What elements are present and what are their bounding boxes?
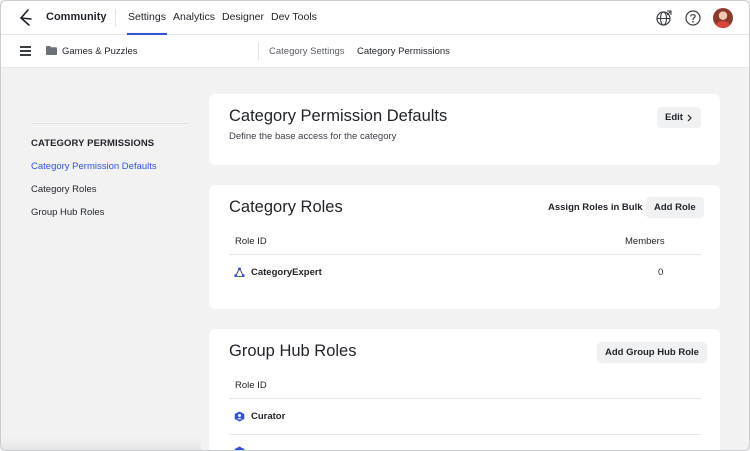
globe-icon[interactable]	[655, 9, 673, 27]
category-settings-link[interactable]: Category Settings	[269, 46, 345, 57]
tab-settings[interactable]: Settings	[127, 11, 167, 35]
subnav-divider	[258, 42, 259, 60]
sidebar-item-category-roles[interactable]: Category Roles	[31, 184, 96, 195]
sidebar-divider	[31, 123, 188, 124]
edit-button[interactable]: Edit	[657, 107, 701, 128]
app-window: Community Settings Analytics Designer De…	[0, 0, 750, 451]
breadcrumb-category[interactable]: Games & Puzzles	[62, 46, 138, 57]
user-avatar[interactable]	[713, 8, 733, 28]
top-navigation-bar: Community Settings Analytics Designer De…	[1, 1, 749, 35]
column-header-role-id[interactable]: Role ID	[235, 380, 267, 391]
avatar-shirt	[716, 21, 730, 28]
tab-dev-tools[interactable]: Dev Tools	[271, 11, 317, 23]
assign-roles-bulk-button[interactable]: Assign Roles in Bulk	[548, 197, 643, 218]
sidebar-heading: CATEGORY PERMISSIONS	[31, 138, 155, 149]
role-members-count: 0	[658, 267, 664, 278]
defaults-card-title: Category Permission Defaults	[229, 107, 448, 125]
table-divider	[229, 254, 701, 255]
role-icon	[234, 446, 245, 450]
curator-icon	[234, 411, 245, 422]
defaults-card-description: Define the base access for the category	[229, 131, 397, 142]
nav-divider	[115, 9, 116, 27]
permission-defaults-card: Category Permission Defaults Define the …	[209, 94, 720, 165]
category-header-bar: Games & Puzzles Category Settings Catego…	[1, 35, 749, 68]
add-group-hub-role-button[interactable]: Add Group Hub Role	[597, 342, 707, 363]
grouphub-card-title: Group Hub Roles	[229, 342, 357, 360]
sidebar-item-permission-defaults[interactable]: Category Permission Defaults	[31, 161, 157, 172]
group-hub-roles-card: Group Hub Roles Add Group Hub Role Role …	[209, 329, 720, 450]
sidebar-item-group-hub-roles[interactable]: Group Hub Roles	[31, 207, 104, 218]
app-brand[interactable]: Community	[46, 11, 107, 23]
category-roles-card: Category Roles Assign Roles in Bulk Add …	[209, 185, 720, 309]
hamburger-icon[interactable]	[20, 46, 31, 56]
column-header-role-id[interactable]: Role ID	[235, 236, 267, 247]
bottom-shadow	[1, 437, 201, 450]
help-icon[interactable]	[684, 9, 702, 27]
table-divider	[229, 434, 701, 435]
role-name[interactable]: CategoryExpert	[251, 267, 322, 278]
table-divider	[229, 398, 701, 399]
column-header-members[interactable]: Members	[625, 236, 665, 247]
expert-icon	[234, 267, 245, 278]
roles-card-title: Category Roles	[229, 198, 343, 216]
tab-analytics[interactable]: Analytics	[173, 11, 215, 23]
community-logo-icon[interactable]	[17, 9, 33, 27]
role-name[interactable]: Curator	[251, 411, 285, 422]
category-permissions-link[interactable]: Category Permissions	[357, 46, 450, 57]
edit-button-label: Edit	[665, 112, 683, 123]
add-role-button[interactable]: Add Role	[646, 197, 704, 218]
folder-icon	[46, 46, 57, 55]
tab-designer[interactable]: Designer	[222, 11, 264, 23]
chevron-right-icon	[687, 114, 692, 122]
